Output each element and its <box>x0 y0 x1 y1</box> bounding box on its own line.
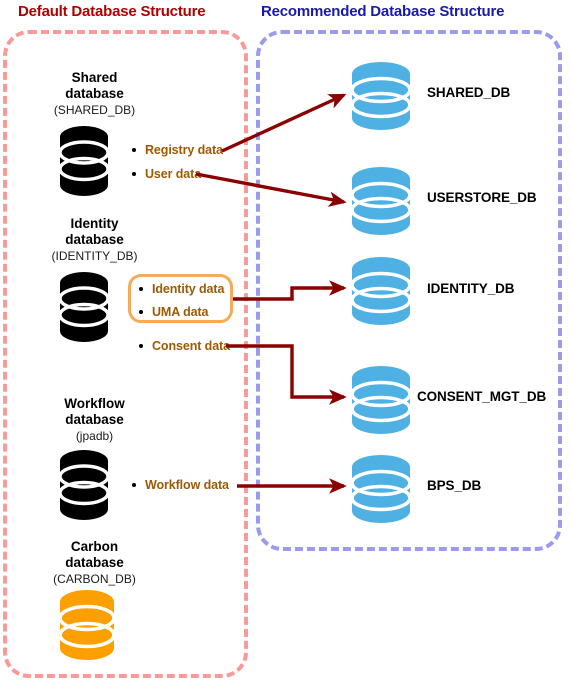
consent-mgt-db-cylinder-icon <box>350 366 412 434</box>
target-db-label-identity-db: IDENTITY_DB <box>427 281 515 296</box>
workflow-database-name-line2: database <box>65 412 124 428</box>
target-db-label-consent-mgt-db: CONSENT_MGT_DB <box>417 389 547 404</box>
workflow-database-name-line1: Workflow <box>64 396 125 411</box>
shared-database-cylinder-icon <box>58 126 110 196</box>
identity-database-name-line2: database <box>65 232 124 248</box>
carbon-database-name-line2: database <box>65 555 124 571</box>
diagram-canvas: Default Database Structure Recommended D… <box>0 0 572 683</box>
identity-database-label: Identity database (IDENTITY_DB) <box>22 216 167 264</box>
workflow-database-alias: (jpadb) <box>75 428 114 443</box>
shared-database-alias: (SHARED_DB) <box>53 102 136 117</box>
bullet-icon <box>139 310 143 314</box>
recommended-structure-title: Recommended Database Structure <box>261 3 505 20</box>
identity-database-cylinder-icon <box>58 272 110 342</box>
target-db-label-userstore-db: USERSTORE_DB <box>427 190 537 205</box>
target-db-label-shared-db: SHARED_DB <box>427 85 511 100</box>
data-item-registry-data: Registry data <box>132 143 223 157</box>
workflow-database-cylinder-icon <box>58 450 110 520</box>
bullet-icon <box>132 148 136 152</box>
identity-database-name-line1: Identity <box>70 216 119 231</box>
bullet-icon <box>139 287 143 291</box>
data-item-user-data: User data <box>132 167 201 181</box>
bullet-icon <box>139 344 143 348</box>
data-item-label: Registry data <box>145 143 223 157</box>
carbon-database-cylinder-icon <box>58 590 116 660</box>
default-structure-title: Default Database Structure <box>18 3 206 20</box>
shared-database-name-line1: Shared <box>71 70 118 85</box>
carbon-database-label: Carbon database (CARBON_DB) <box>22 539 167 587</box>
data-item-label: Workflow data <box>145 478 229 492</box>
carbon-database-alias: (CARBON_DB) <box>53 571 136 586</box>
carbon-database-name-line1: Carbon <box>70 539 119 554</box>
data-item-consent-data: Consent data <box>139 339 230 353</box>
target-db-label-bps-db: BPS_DB <box>427 478 482 493</box>
data-item-uma-data: UMA data <box>139 305 208 319</box>
data-item-label: Consent data <box>152 339 230 353</box>
shared-database-label: Shared database (SHARED_DB) <box>22 70 167 118</box>
workflow-database-label: Workflow database (jpadb) <box>22 396 167 444</box>
identity-db-cylinder-icon <box>350 257 412 325</box>
shared-database-name-line2: database <box>65 86 124 102</box>
identity-database-alias: (IDENTITY_DB) <box>51 248 138 263</box>
data-item-identity-data: Identity data <box>139 282 224 296</box>
userstore-db-cylinder-icon <box>350 167 412 235</box>
data-item-label: Identity data <box>152 282 225 296</box>
bullet-icon <box>132 172 136 176</box>
bullet-icon <box>132 483 136 487</box>
data-item-label: User data <box>145 167 202 181</box>
data-item-workflow-data: Workflow data <box>132 478 229 492</box>
shared-db-cylinder-icon <box>350 62 412 130</box>
bps-db-cylinder-icon <box>350 455 412 523</box>
data-item-label: UMA data <box>152 305 209 319</box>
